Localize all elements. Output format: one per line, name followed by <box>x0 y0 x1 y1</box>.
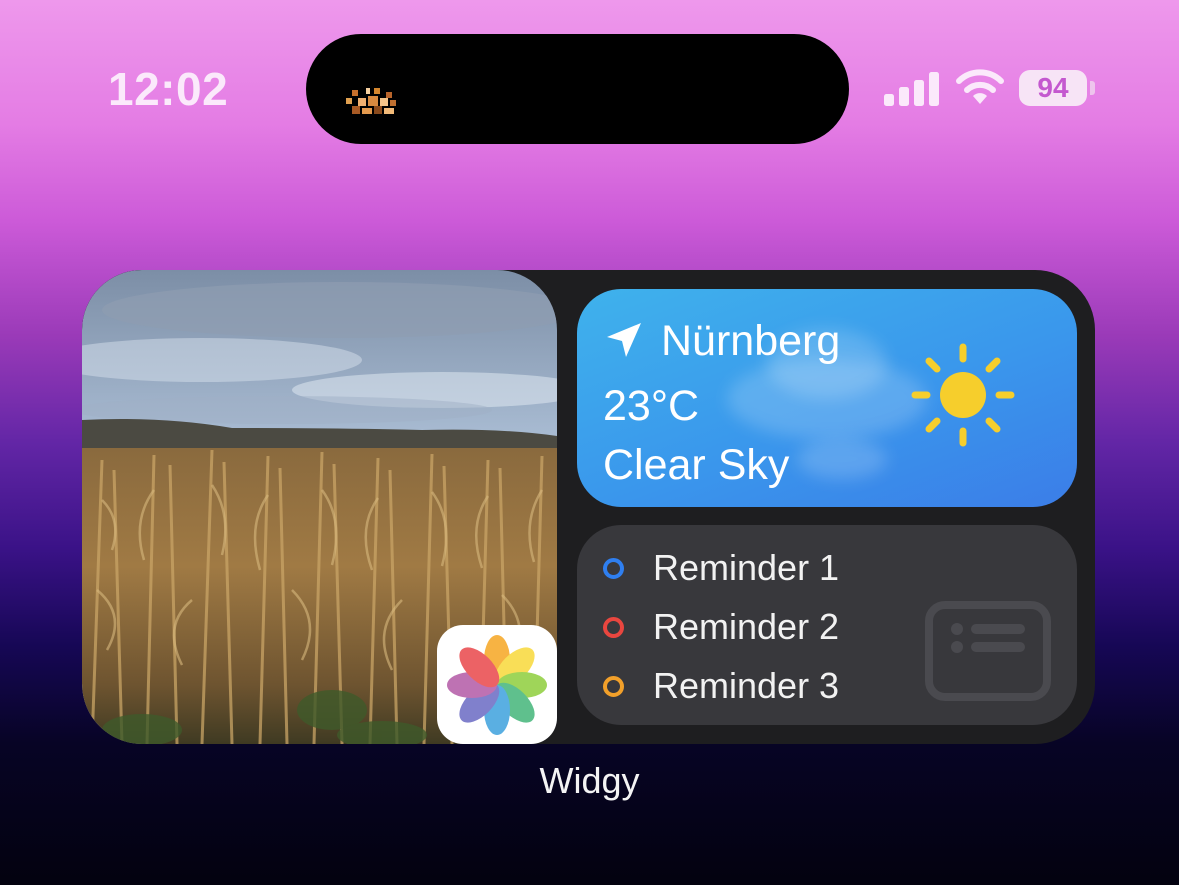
wifi-icon <box>956 69 1004 104</box>
reminder-item-1[interactable]: Reminder 1 <box>603 547 839 589</box>
list-card-icon <box>925 601 1051 701</box>
widgy-widget[interactable]: Nürnberg 23°C Clear Sky Reminder 1 Remin <box>82 270 1095 744</box>
photos-app-icon[interactable] <box>437 625 557 744</box>
weather-condition: Clear Sky <box>603 441 790 489</box>
weather-city: Nürnberg <box>661 317 841 365</box>
reminder-label-3: Reminder 3 <box>653 665 840 706</box>
reminder-item-2[interactable]: Reminder 2 <box>603 606 839 648</box>
reminder-checkbox-3[interactable] <box>603 675 624 697</box>
reminder-checkbox-2[interactable] <box>603 616 624 638</box>
reminders-card[interactable]: Reminder 1 Reminder 2 Reminder 3 <box>577 525 1077 725</box>
weather-card[interactable]: Nürnberg 23°C Clear Sky <box>577 289 1077 507</box>
pixel-app-icon[interactable] <box>344 86 402 118</box>
battery-cap <box>1090 81 1095 95</box>
battery-indicator: 94 <box>1019 70 1087 106</box>
status-time: 12:02 <box>108 63 229 115</box>
reminder-item-3[interactable]: Reminder 3 <box>603 665 839 707</box>
reminder-label-1: Reminder 1 <box>653 547 840 588</box>
location-arrow-icon <box>607 323 641 357</box>
reminder-checkbox-1[interactable] <box>603 557 624 579</box>
reminder-label-2: Reminder 2 <box>653 606 840 647</box>
cellular-signal-icon <box>884 72 939 106</box>
widget-name-label: Widgy <box>539 760 640 801</box>
sun-icon <box>911 343 1015 447</box>
weather-temperature: 23°C <box>603 382 700 430</box>
